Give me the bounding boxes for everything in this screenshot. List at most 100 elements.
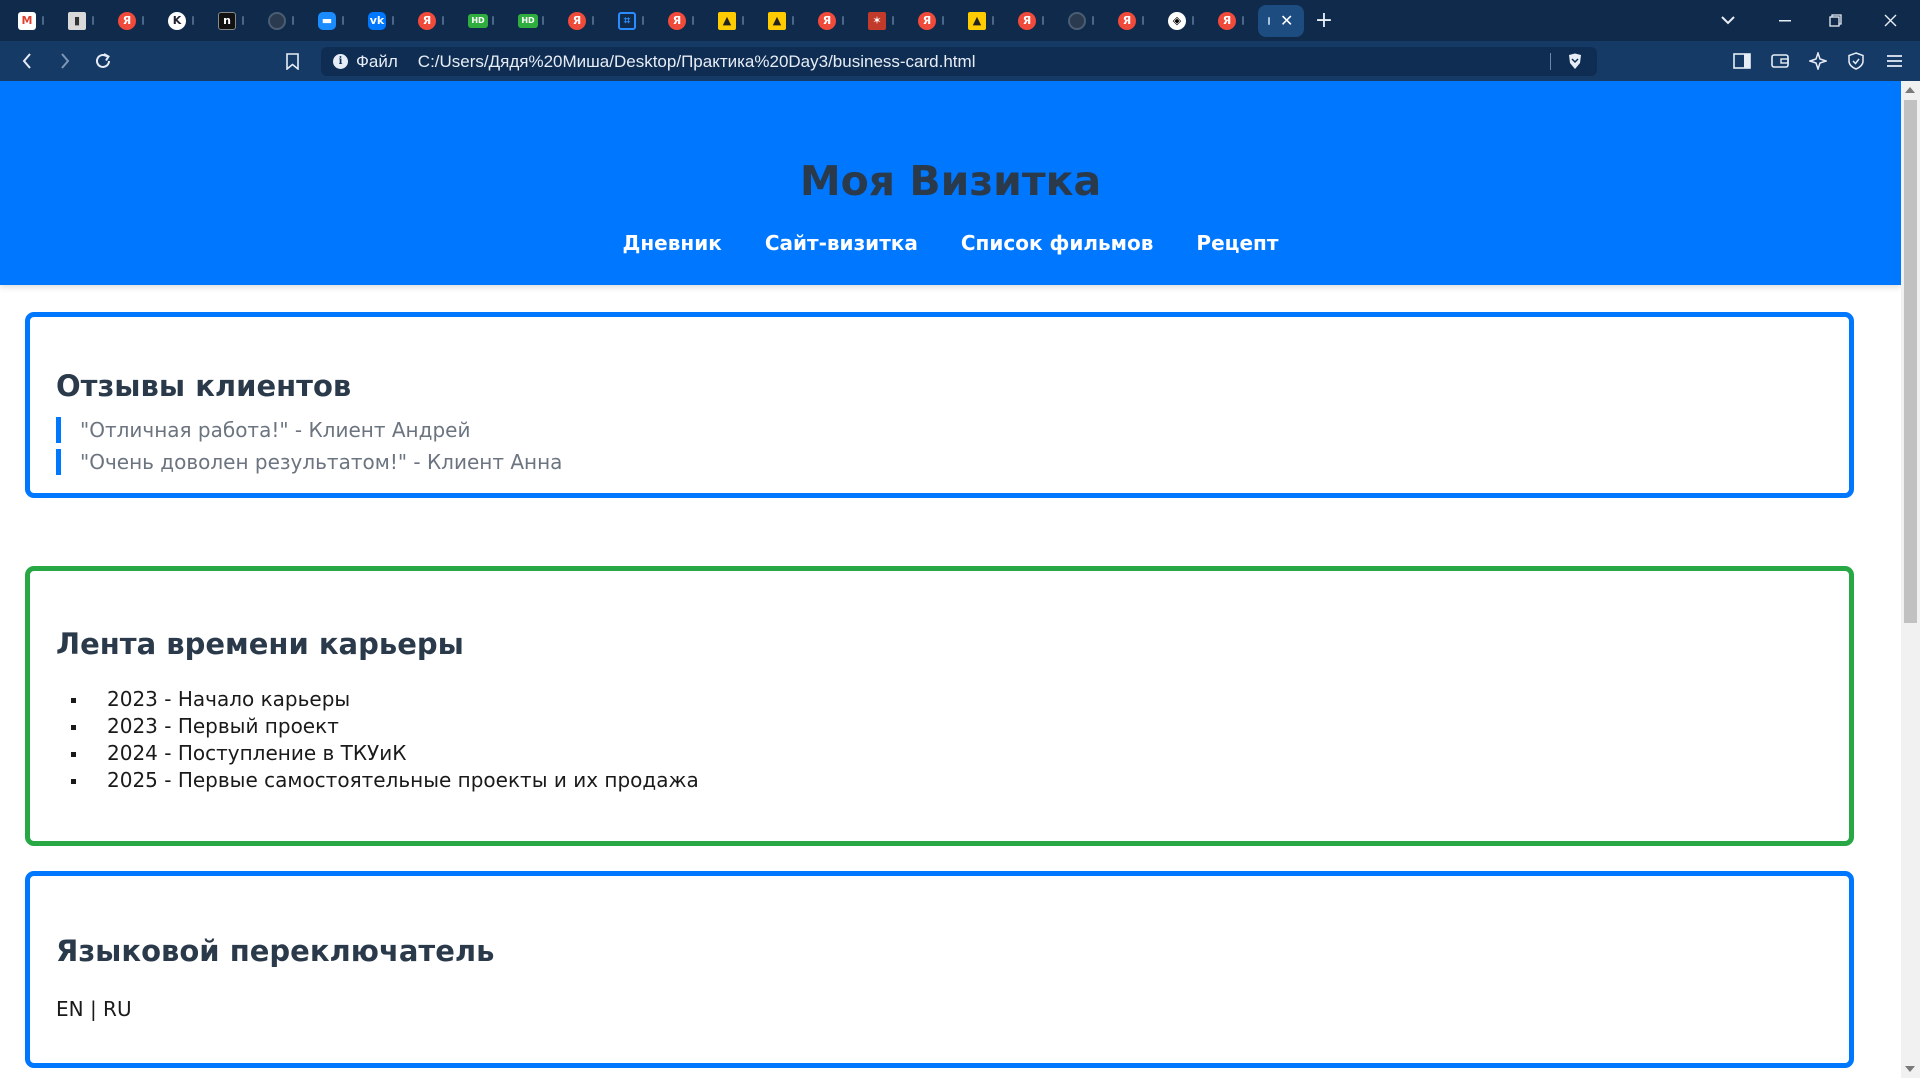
- vpn-button[interactable]: [1838, 41, 1874, 81]
- browser-tab[interactable]: Я: [800, 0, 850, 41]
- browser-tab[interactable]: [1050, 0, 1100, 41]
- tab-audio-indicator: [842, 16, 844, 25]
- yandex-icon: Я: [418, 11, 436, 30]
- browser-tab[interactable]: vk: [350, 0, 400, 41]
- tab-audio-indicator: [1242, 16, 1244, 25]
- browser-tab[interactable]: Я: [650, 0, 700, 41]
- tab-audio-indicator: [442, 16, 444, 25]
- reviews-card: Отзывы клиентов "Отличная работа!" - Кли…: [25, 312, 1854, 498]
- restore-icon: [1828, 14, 1842, 27]
- browser-toolbar: i Файл C:/Users/Дядя%20Миша/Desktop/Прак…: [0, 41, 1920, 81]
- tab-audio-indicator: [1142, 16, 1144, 25]
- browser-tab[interactable]: HD: [450, 0, 500, 41]
- tab-audio-indicator: [342, 16, 344, 25]
- back-button[interactable]: [9, 41, 45, 81]
- browser-tab[interactable]: Я: [550, 0, 600, 41]
- language-switcher-card: Языковой переключатель EN | RU: [25, 871, 1854, 1068]
- close-tab-icon[interactable]: ✕: [1280, 11, 1293, 30]
- yandex-icon: Я: [118, 11, 136, 30]
- yandex-icon: Я: [668, 11, 686, 30]
- browser-tab[interactable]: ⌗: [600, 0, 650, 41]
- active-tab[interactable]: ✕: [1258, 4, 1304, 37]
- bookmark-button[interactable]: [274, 41, 310, 81]
- scroll-up-arrow-icon[interactable]: [1905, 87, 1915, 93]
- browser-tab[interactable]: ▲: [750, 0, 800, 41]
- gmail-icon: M: [18, 11, 36, 30]
- browser-tab[interactable]: HD: [500, 0, 550, 41]
- review-quote: "Очень доволен результатом!" - Клиент Ан…: [56, 449, 562, 475]
- back-arrow-icon: [22, 53, 31, 69]
- browser-tab[interactable]: Я: [900, 0, 950, 41]
- browser-tab[interactable]: ✶: [850, 0, 900, 41]
- hamburger-icon: [1886, 55, 1902, 67]
- browser-tab[interactable]: ▬: [300, 0, 350, 41]
- address-url[interactable]: C:/Users/Дядя%20Миша/Desktop/Практика%20…: [418, 52, 976, 72]
- browser-tab[interactable]: ▲: [700, 0, 750, 41]
- browser-tab[interactable]: K: [150, 0, 200, 41]
- chat-icon: ▬: [318, 11, 336, 30]
- minimize-button[interactable]: [1760, 0, 1810, 41]
- browser-tab[interactable]: n: [200, 0, 250, 41]
- address-bar[interactable]: i Файл C:/Users/Дядя%20Миша/Desktop/Прак…: [321, 47, 1597, 76]
- nav-link-recipe[interactable]: Рецепт: [1196, 231, 1278, 255]
- sidebar-toggle-button[interactable]: [1724, 41, 1760, 81]
- browser-tab[interactable]: Я: [100, 0, 150, 41]
- brave-shield-icon[interactable]: [1567, 53, 1583, 70]
- chevron-down-icon: [1721, 16, 1735, 25]
- tab-audio-indicator: [742, 16, 744, 25]
- tab-audio-indicator: [942, 16, 944, 25]
- nav-link-film-list[interactable]: Список фильмов: [961, 231, 1154, 255]
- nav-link-business-card[interactable]: Сайт-визитка: [765, 231, 918, 255]
- leo-ai-button[interactable]: [1800, 41, 1836, 81]
- yandex-icon: Я: [568, 11, 586, 30]
- browser-tab[interactable]: M: [0, 0, 50, 41]
- tab-audio-indicator: [92, 16, 94, 25]
- tab-audio-indicator: [392, 16, 394, 25]
- browser-tab[interactable]: ▲: [950, 0, 1000, 41]
- browser-tab[interactable]: Я: [1000, 0, 1050, 41]
- scrollbar-thumb[interactable]: [1904, 100, 1917, 623]
- scroll-down-arrow-icon[interactable]: [1905, 1066, 1915, 1072]
- timeline-item: 2023 - Начало карьеры: [88, 686, 699, 713]
- site-nav: Дневник Сайт-визитка Список фильмов Реце…: [0, 231, 1901, 255]
- browser-tab[interactable]: Я: [1100, 0, 1150, 41]
- vk-icon: vk: [368, 11, 386, 30]
- browser-tab[interactable]: ▮: [50, 0, 100, 41]
- address-divider: [1550, 53, 1551, 70]
- review-quote: "Отличная работа!" - Клиент Андрей: [56, 417, 470, 443]
- browser-tab[interactable]: ◈: [1150, 0, 1200, 41]
- tab-audio-indicator: [592, 16, 594, 25]
- yandex-icon: Я: [1218, 11, 1236, 30]
- language-toggle[interactable]: EN | RU: [56, 997, 132, 1021]
- browser-tab[interactable]: [250, 0, 300, 41]
- tab-audio-indicator: [292, 16, 294, 25]
- wiki-icon: K: [168, 11, 186, 30]
- language-heading: Языковой переключатель: [56, 934, 495, 968]
- sparkle-icon: [1809, 52, 1827, 70]
- sidebar-icon: [1733, 53, 1751, 69]
- reload-button[interactable]: [85, 41, 121, 81]
- forward-button[interactable]: [47, 41, 83, 81]
- browser-tab[interactable]: Я: [400, 0, 450, 41]
- tab-audio-indicator: [192, 16, 194, 25]
- timeline-item: 2024 - Поступление в ТКУиК: [88, 740, 699, 767]
- yandex-icon: Я: [818, 11, 836, 30]
- menu-button[interactable]: [1876, 41, 1912, 81]
- restore-button[interactable]: [1810, 0, 1860, 41]
- tab-audio-indicator: [1092, 16, 1094, 25]
- tab-search-button[interactable]: [1708, 0, 1748, 41]
- browser-tab[interactable]: Я: [1200, 0, 1250, 41]
- site-header: Моя Визитка Дневник Сайт-визитка Список …: [0, 81, 1901, 285]
- forward-arrow-icon: [61, 53, 70, 69]
- tab-audio-indicator: [892, 16, 894, 25]
- page-scrollbar[interactable]: [1901, 81, 1920, 1078]
- hd-icon: HD: [518, 13, 538, 28]
- nav-link-diary[interactable]: Дневник: [623, 231, 722, 255]
- new-tab-button[interactable]: +: [1304, 0, 1344, 41]
- wallet-button[interactable]: [1762, 41, 1798, 81]
- yandex-icon: Я: [918, 11, 936, 30]
- tab-audio-indicator: [792, 16, 794, 25]
- close-icon: [1884, 14, 1896, 27]
- close-window-button[interactable]: [1860, 0, 1920, 41]
- site-info-icon[interactable]: i: [333, 54, 348, 69]
